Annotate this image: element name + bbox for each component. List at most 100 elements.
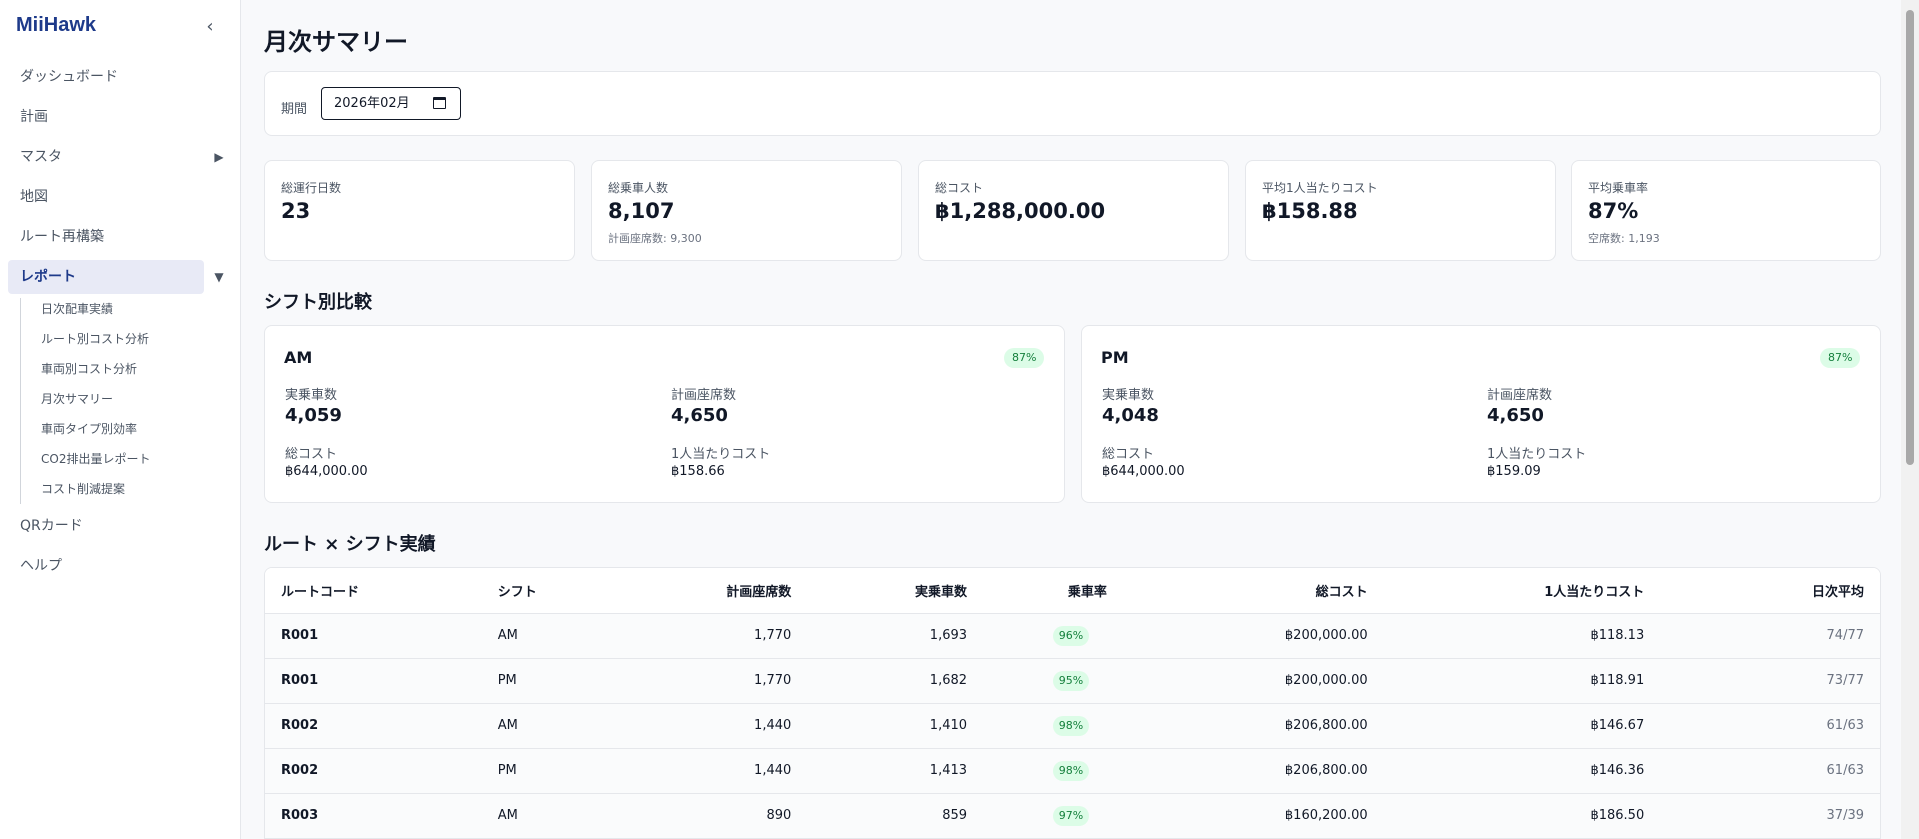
kpi-value: ฿1,288,000.00	[935, 199, 1106, 223]
col-actual-riders[interactable]: 実乗車数	[791, 568, 968, 614]
expand-down-icon[interactable]: ▼	[212, 260, 226, 294]
subnav-route-cost[interactable]: ルート別コスト分析	[41, 328, 149, 350]
cell-occupancy: 98%	[967, 748, 1115, 794]
col-occupancy[interactable]: 乗車率	[967, 568, 1115, 614]
planned-value: 4,650	[671, 405, 728, 426]
cell-shift: AM	[497, 793, 622, 839]
cell-route-code: R001	[265, 658, 498, 704]
planned-label: 計画座席数	[671, 388, 737, 403]
route-table-card: ルートコード シフト 計画座席数 実乗車数 乗車率 総コスト 1人当たりコスト …	[264, 567, 1881, 839]
period-value: 2026年02月	[334, 96, 410, 111]
occupancy-badge: 87%	[1820, 348, 1861, 368]
cell-daily-average: 37/39	[1644, 793, 1880, 839]
cell-route-code: R003	[265, 793, 498, 839]
actual-value: 4,048	[1102, 405, 1159, 426]
kpi-card-total-cost: 総コスト ฿1,288,000.00	[918, 160, 1229, 261]
cell-route-code: R002	[265, 748, 498, 794]
sidebar-item-report[interactable]: レポート	[8, 260, 204, 294]
cell-shift: PM	[497, 748, 622, 794]
sidebar-item-help[interactable]: ヘルプ	[8, 549, 204, 583]
cost-value: ฿644,000.00	[285, 464, 368, 479]
cell-planned-seats: 1,440	[621, 748, 792, 794]
sidebar: MiiHawk ‹ ダッシュボード 計画 マスタ ▶ 地図 ルート再構築 レポー…	[0, 0, 241, 839]
subnav-daily-dispatch[interactable]: 日次配車実績	[41, 298, 113, 320]
shift-name: PM	[1101, 348, 1129, 367]
table-row[interactable]: R001 AM 1,770 1,693 96% ฿200,000.00 ฿118…	[265, 613, 1880, 659]
calendar-icon[interactable]	[433, 97, 446, 109]
cell-actual-riders: 859	[791, 793, 968, 839]
table-row[interactable]: R003 AM 890 859 97% ฿160,200.00 ฿186.50 …	[265, 793, 1880, 839]
sidebar-item-map[interactable]: 地図	[8, 180, 204, 214]
route-section-title: ルート × シフト実績	[264, 534, 436, 555]
cell-shift: AM	[497, 613, 622, 659]
kpi-value: ฿158.88	[1262, 199, 1358, 223]
cell-actual-riders: 1,410	[791, 703, 968, 749]
cell-planned-seats: 890	[621, 793, 792, 839]
expand-right-icon[interactable]: ▶	[212, 140, 226, 174]
cell-shift: PM	[497, 658, 622, 704]
sidebar-item-plan[interactable]: 計画	[8, 100, 204, 134]
scrollbar-thumb[interactable]	[1906, 10, 1914, 465]
subnav-monthly-summary[interactable]: 月次サマリー	[41, 388, 113, 410]
col-daily-average[interactable]: 日次平均	[1644, 568, 1880, 614]
kpi-label: 平均乗車率	[1588, 181, 1649, 195]
kpi-sub: 空席数: 1,193	[1588, 232, 1660, 245]
table-row[interactable]: R002 AM 1,440 1,410 98% ฿206,800.00 ฿146…	[265, 703, 1880, 749]
rate-badge: 98%	[1052, 760, 1090, 781]
cell-daily-average: 74/77	[1644, 613, 1880, 659]
table-row[interactable]: R002 PM 1,440 1,413 98% ฿206,800.00 ฿146…	[265, 748, 1880, 794]
col-shift[interactable]: シフト	[497, 568, 622, 614]
subnav-vehicle-type[interactable]: 車両タイプ別効率	[41, 418, 137, 440]
cell-actual-riders: 1,693	[791, 613, 968, 659]
sidebar-item-qrcard[interactable]: QRカード	[8, 509, 204, 543]
table-header-row: ルートコード シフト 計画座席数 実乗車数 乗車率 総コスト 1人当たりコスト …	[265, 568, 1880, 614]
shift-card-pm: PM 87% 実乗車数 4,048 計画座席数 4,650 総コスト ฿644,…	[1081, 325, 1881, 503]
table-row[interactable]: R001 PM 1,770 1,682 95% ฿200,000.00 ฿118…	[265, 658, 1880, 704]
per-person-value: ฿159.09	[1487, 464, 1541, 479]
cell-total-cost: ฿200,000.00	[1114, 613, 1368, 659]
kpi-label: 総乗車人数	[608, 181, 669, 195]
cost-value: ฿644,000.00	[1102, 464, 1185, 479]
planned-label: 計画座席数	[1487, 388, 1553, 403]
col-route-code[interactable]: ルートコード	[265, 568, 498, 614]
period-month-input[interactable]: 2026年02月	[321, 87, 461, 120]
cell-occupancy: 97%	[967, 793, 1115, 839]
subnav-cost-reduction[interactable]: コスト削減提案	[41, 478, 125, 500]
rate-badge: 96%	[1052, 625, 1090, 646]
subnav-co2-report[interactable]: CO2排出量レポート	[41, 448, 150, 470]
kpi-value: 87%	[1588, 199, 1639, 223]
cell-total-cost: ฿160,200.00	[1114, 793, 1368, 839]
col-cost-per-person[interactable]: 1人当たりコスト	[1367, 568, 1645, 614]
kpi-card-occupancy: 平均乗車率 87% 空席数: 1,193	[1571, 160, 1881, 261]
kpi-sub: 計画座席数: 9,300	[608, 232, 702, 245]
period-filter-card: 期間 2026年02月	[264, 71, 1881, 136]
brand-logo[interactable]: MiiHawk	[16, 14, 96, 37]
page-title: 月次サマリー	[264, 28, 408, 56]
main-content: 月次サマリー 期間 2026年02月 総運行日数 23 総乗車人数 8,107 …	[241, 0, 1901, 839]
col-planned-seats[interactable]: 計画座席数	[621, 568, 792, 614]
cell-daily-average: 73/77	[1644, 658, 1880, 704]
cell-cost-per-person: ฿186.50	[1367, 793, 1645, 839]
cell-total-cost: ฿206,800.00	[1114, 703, 1368, 749]
occupancy-badge: 87%	[1004, 348, 1045, 368]
subnav-vehicle-cost[interactable]: 車両別コスト分析	[41, 358, 137, 380]
per-person-label: 1人当たりコスト	[671, 447, 771, 462]
cell-route-code: R002	[265, 703, 498, 749]
rate-badge: 95%	[1052, 670, 1090, 691]
kpi-card-operating-days: 総運行日数 23	[264, 160, 575, 261]
sidebar-item-dashboard[interactable]: ダッシュボード	[8, 60, 204, 94]
shift-card-am: AM 87% 実乗車数 4,059 計画座席数 4,650 総コスト ฿644,…	[264, 325, 1065, 503]
chevron-left-icon[interactable]: ‹	[200, 16, 220, 38]
col-total-cost[interactable]: 総コスト	[1114, 568, 1368, 614]
page-scrollbar[interactable]	[1901, 0, 1919, 839]
period-label: 期間	[281, 102, 308, 117]
cell-actual-riders: 1,682	[791, 658, 968, 704]
sidebar-item-master[interactable]: マスタ	[8, 140, 204, 174]
cell-actual-riders: 1,413	[791, 748, 968, 794]
sidebar-item-route-rebuild[interactable]: ルート再構築	[8, 220, 204, 254]
rate-badge: 97%	[1052, 805, 1090, 826]
cell-planned-seats: 1,440	[621, 703, 792, 749]
planned-value: 4,650	[1487, 405, 1544, 426]
cell-cost-per-person: ฿118.91	[1367, 658, 1645, 704]
cell-total-cost: ฿200,000.00	[1114, 658, 1368, 704]
